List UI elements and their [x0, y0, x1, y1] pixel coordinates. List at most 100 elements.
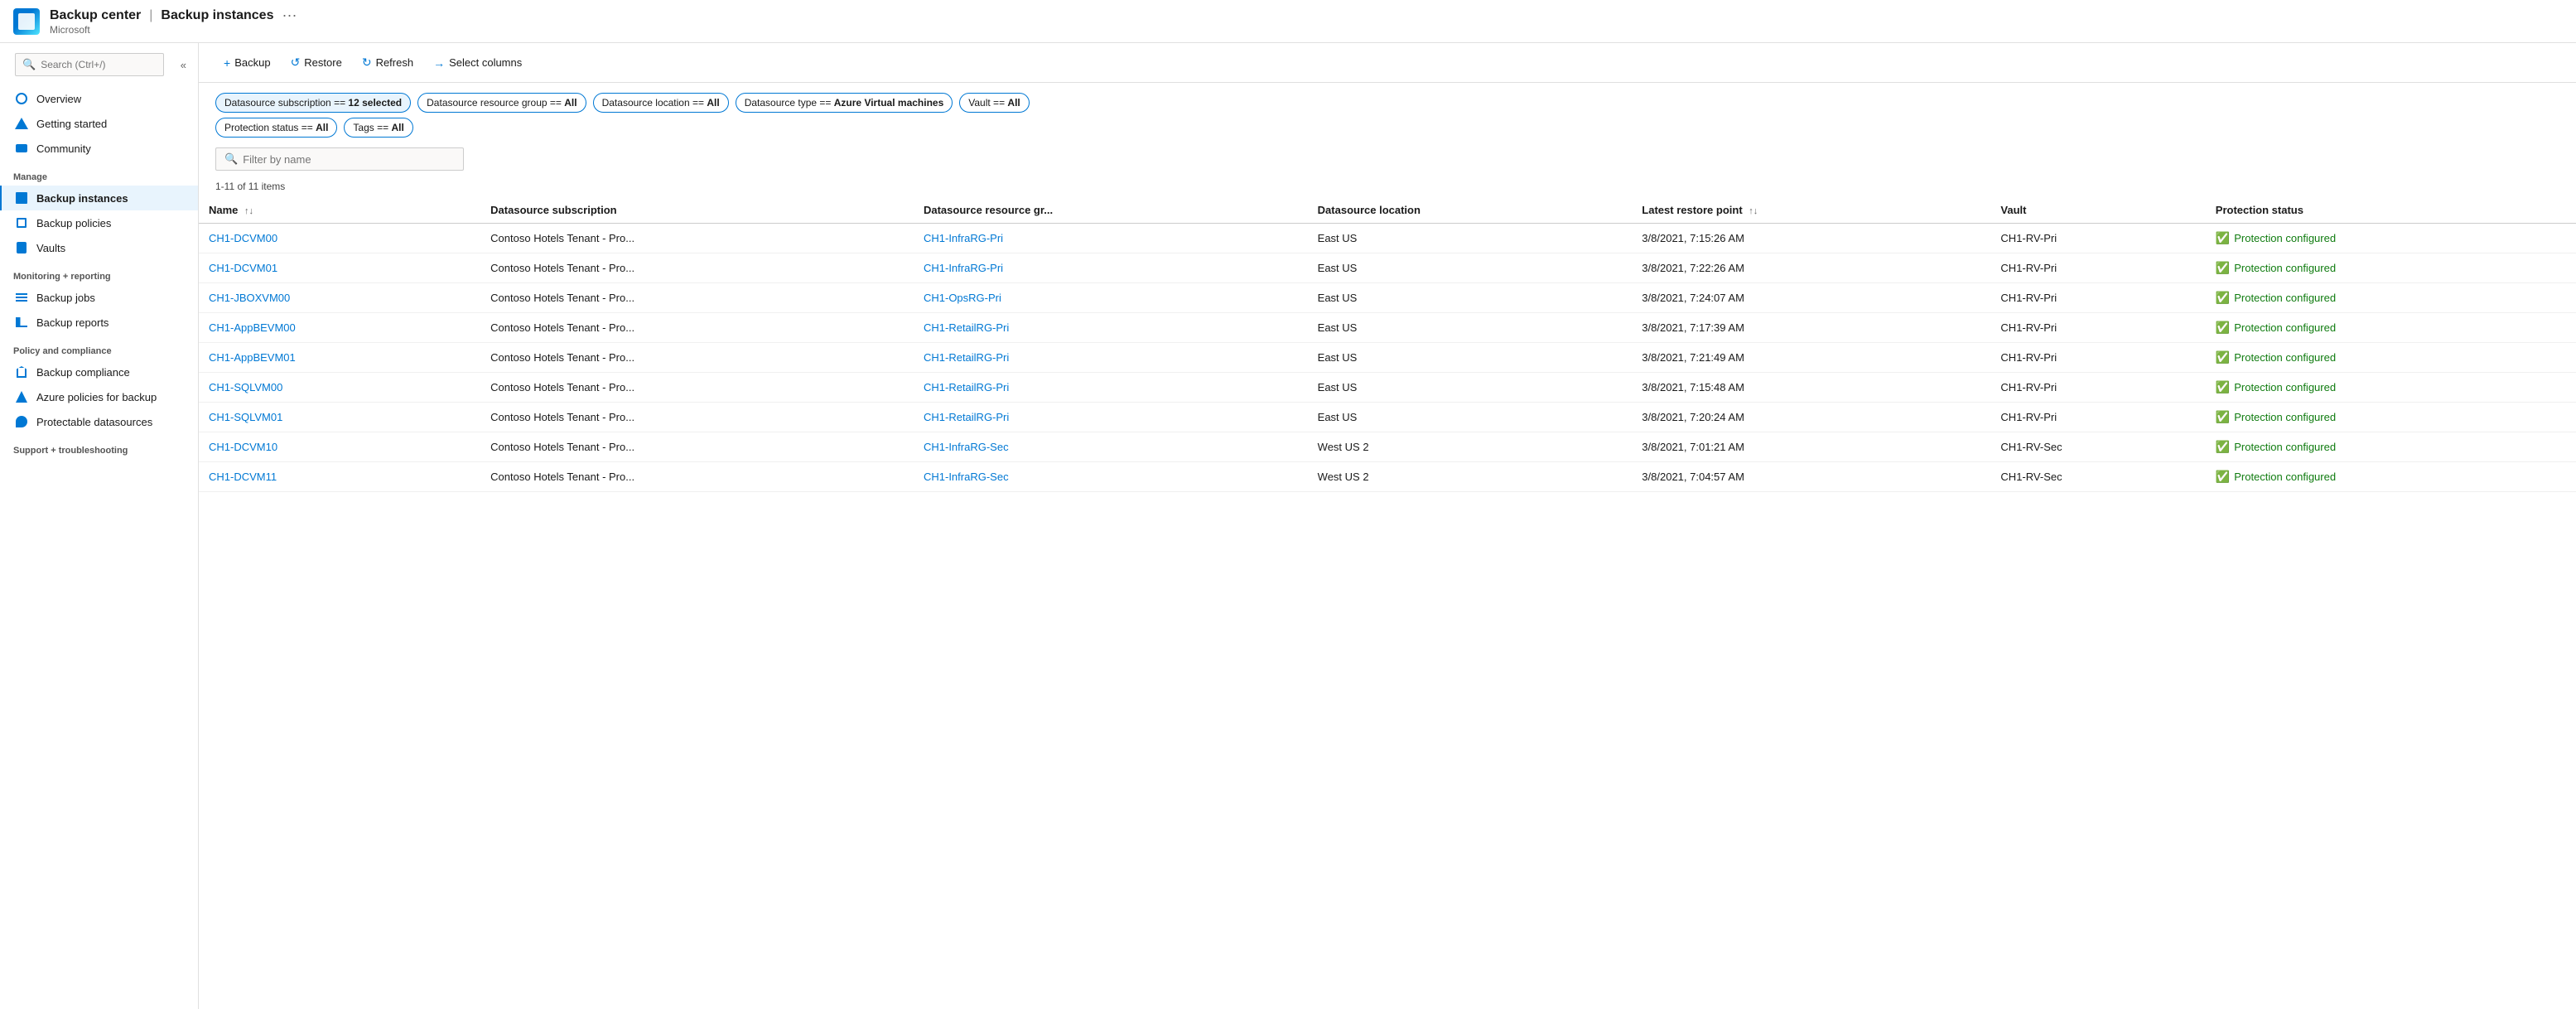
filter-vault[interactable]: Vault == All — [959, 93, 1030, 113]
rg-link[interactable]: CH1-OpsRG-Pri — [924, 292, 1001, 304]
name-link[interactable]: CH1-SQLVM00 — [209, 381, 282, 393]
search-area: 🔍 — [199, 138, 2576, 181]
top-header: Backup center | Backup instances ··· Mic… — [0, 0, 2576, 43]
cell-vault: CH1-RV-Pri — [1990, 313, 2205, 343]
filter-label: Tags == All — [353, 122, 403, 133]
sidebar-search-box[interactable]: 🔍 — [15, 53, 164, 76]
restore-button[interactable]: ↺ Restore — [282, 51, 350, 74]
cell-subscription: Contoso Hotels Tenant - Pro... — [480, 432, 914, 462]
rg-link[interactable]: CH1-InfraRG-Sec — [924, 441, 1009, 453]
filter-by-name-box[interactable]: 🔍 — [215, 147, 464, 171]
sidebar-item-label: Community — [36, 142, 91, 155]
sidebar-item-label: Azure policies for backup — [36, 391, 157, 403]
cell-restore-point: 3/8/2021, 7:01:21 AM — [1632, 432, 1990, 462]
sidebar-collapse-button[interactable]: « — [176, 57, 191, 73]
name-link[interactable]: CH1-DCVM01 — [209, 262, 277, 274]
rg-link[interactable]: CH1-InfraRG-Sec — [924, 471, 1009, 483]
name-link[interactable]: CH1-DCVM10 — [209, 441, 277, 453]
filter-datasource-subscription[interactable]: Datasource subscription == 12 selected — [215, 93, 411, 113]
app-icon — [13, 8, 40, 35]
cell-protection-status: ✅ Protection configured — [2206, 343, 2576, 373]
select-columns-label: Select columns — [449, 56, 522, 69]
cell-subscription: Contoso Hotels Tenant - Pro... — [480, 403, 914, 432]
sidebar-item-backup-policies[interactable]: Backup policies — [0, 210, 198, 235]
filter-protection-status[interactable]: Protection status == All — [215, 118, 337, 138]
name-link[interactable]: CH1-AppBEVM01 — [209, 351, 296, 364]
sidebar-item-backup-instances[interactable]: Backup instances — [0, 186, 198, 210]
sidebar-item-community[interactable]: Community — [0, 136, 198, 161]
sidebar-item-label: Getting started — [36, 118, 107, 130]
cell-subscription: Contoso Hotels Tenant - Pro... — [480, 313, 914, 343]
status-ok-icon: ✅ — [2216, 231, 2230, 245]
status-label: Protection configured — [2234, 351, 2336, 364]
cell-rg: CH1-InfraRG-Pri — [914, 253, 1308, 283]
select-columns-button[interactable]: → Select columns — [425, 52, 530, 74]
search-icon: 🔍 — [224, 152, 238, 166]
cell-restore-point: 3/8/2021, 7:15:26 AM — [1632, 224, 1990, 253]
sidebar-item-overview[interactable]: Overview — [0, 86, 198, 111]
sidebar-item-backup-compliance[interactable]: Backup compliance — [0, 360, 198, 384]
backup-jobs-icon — [15, 291, 28, 304]
rg-link[interactable]: CH1-RetailRG-Pri — [924, 351, 1009, 364]
status-ok-icon: ✅ — [2216, 291, 2230, 305]
rg-link[interactable]: CH1-RetailRG-Pri — [924, 321, 1009, 334]
content-area: + Backup ↺ Restore ↻ Refresh → Select co… — [199, 43, 2576, 1009]
cell-subscription: Contoso Hotels Tenant - Pro... — [480, 283, 914, 313]
filter-label: Datasource location == All — [602, 97, 720, 109]
filter-datasource-location[interactable]: Datasource location == All — [593, 93, 729, 113]
sidebar-item-label: Backup compliance — [36, 366, 130, 379]
backup-button[interactable]: + Backup — [215, 52, 279, 74]
sidebar-search-input[interactable] — [41, 59, 157, 70]
sidebar-item-azure-policies[interactable]: Azure policies for backup — [0, 384, 198, 409]
filter-datasource-rg[interactable]: Datasource resource group == All — [417, 93, 586, 113]
name-link[interactable]: CH1-AppBEVM00 — [209, 321, 296, 334]
cell-location: East US — [1308, 343, 1633, 373]
filter-label: Vault == All — [968, 97, 1020, 109]
cell-vault: CH1-RV-Pri — [1990, 343, 2205, 373]
filter-tags[interactable]: Tags == All — [344, 118, 412, 138]
sidebar-item-backup-reports[interactable]: Backup reports — [0, 310, 198, 335]
select-columns-icon: → — [433, 56, 445, 70]
status-ok-icon: ✅ — [2216, 350, 2230, 364]
header-separator: | — [149, 8, 152, 23]
cell-rg: CH1-InfraRG-Sec — [914, 432, 1308, 462]
cell-location: East US — [1308, 253, 1633, 283]
status-ok-icon: ✅ — [2216, 470, 2230, 484]
name-link[interactable]: CH1-DCVM00 — [209, 232, 277, 244]
name-link[interactable]: CH1-DCVM11 — [209, 471, 277, 483]
status-label: Protection configured — [2234, 292, 2336, 304]
cell-location: East US — [1308, 373, 1633, 403]
sidebar-item-vaults[interactable]: Vaults — [0, 235, 198, 260]
refresh-icon: ↻ — [362, 56, 372, 70]
status-label: Protection configured — [2234, 262, 2336, 274]
rg-link[interactable]: CH1-RetailRG-Pri — [924, 411, 1009, 423]
table-wrapper: Name ↑↓ Datasource subscription Datasour… — [199, 197, 2576, 1009]
filter-by-name-input[interactable] — [243, 153, 455, 166]
refresh-button[interactable]: ↻ Refresh — [354, 51, 422, 74]
filter-datasource-type[interactable]: Datasource type == Azure Virtual machine… — [736, 93, 953, 113]
page-name: Backup instances — [161, 8, 273, 23]
name-link[interactable]: CH1-SQLVM01 — [209, 411, 282, 423]
sidebar-item-backup-jobs[interactable]: Backup jobs — [0, 285, 198, 310]
cell-name: CH1-DCVM00 — [199, 224, 480, 253]
section-policy: Policy and compliance — [0, 335, 198, 360]
cell-protection-status: ✅ Protection configured — [2206, 432, 2576, 462]
sort-icon-restore: ↑↓ — [1749, 206, 1758, 216]
rg-link[interactable]: CH1-InfraRG-Pri — [924, 232, 1003, 244]
more-options-button[interactable]: ··· — [278, 7, 300, 24]
sidebar-item-protectable-datasources[interactable]: Protectable datasources — [0, 409, 198, 434]
cell-subscription: Contoso Hotels Tenant - Pro... — [480, 253, 914, 283]
cell-protection-status: ✅ Protection configured — [2206, 373, 2576, 403]
table-row: CH1-AppBEVM00 Contoso Hotels Tenant - Pr… — [199, 313, 2576, 343]
col-header-name[interactable]: Name ↑↓ — [199, 197, 480, 224]
sidebar: 🔍 « Overview Getting started Community M… — [0, 43, 199, 1009]
col-header-restore-point[interactable]: Latest restore point ↑↓ — [1632, 197, 1990, 224]
rg-link[interactable]: CH1-InfraRG-Pri — [924, 262, 1003, 274]
sidebar-item-getting-started[interactable]: Getting started — [0, 111, 198, 136]
rg-link[interactable]: CH1-RetailRG-Pri — [924, 381, 1009, 393]
status-ok-icon: ✅ — [2216, 380, 2230, 394]
status-label: Protection configured — [2234, 471, 2336, 483]
name-link[interactable]: CH1-JBOXVM00 — [209, 292, 290, 304]
status-label: Protection configured — [2234, 321, 2336, 334]
sidebar-search-icon: 🔍 — [22, 58, 36, 71]
